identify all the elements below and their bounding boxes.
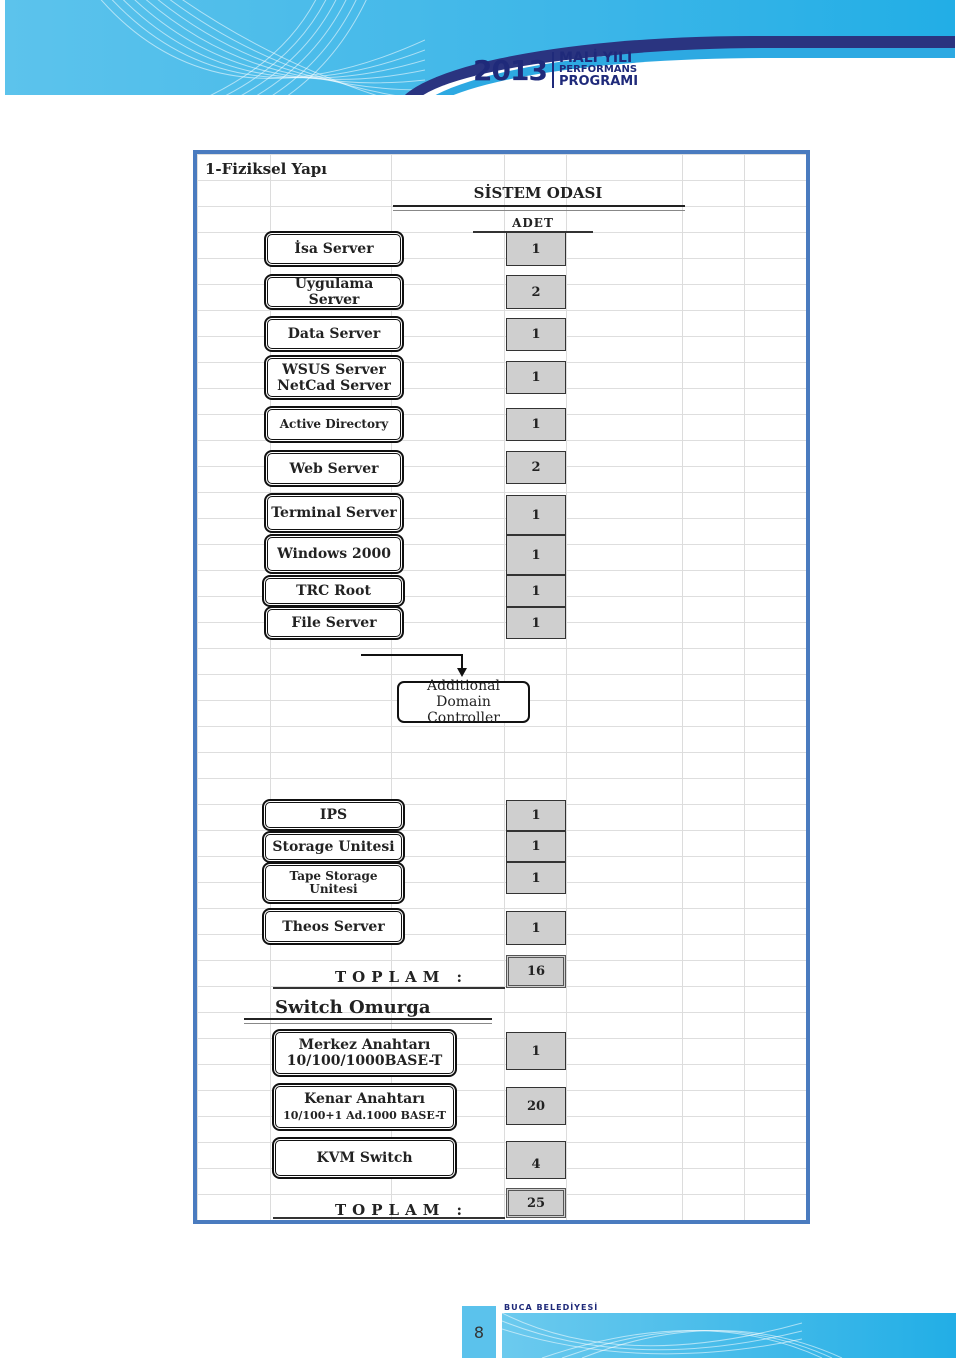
adc-label: Additional Domain Controller [399,678,528,726]
grid-column-line [566,154,567,1220]
server-count: 1 [506,318,566,351]
page-number: 8 [462,1306,496,1358]
server-box: TRC Root [263,576,404,606]
switch-section-title: Switch Omurga [275,997,431,1018]
page-footer: 8 BUCA BELEDİYESİ [462,1303,956,1358]
room-title: SİSTEM ODASI [473,184,603,202]
switch-label: Merkez Anahtarı 10/100/1000BASE-T [287,1037,443,1069]
storage-label: Storage Unitesi [272,839,395,855]
section-title: 1-Fiziksel Yapı [205,160,327,178]
server-label: Web Server [289,460,379,477]
total-underline [273,987,505,991]
total-value: 25 [506,1188,566,1218]
program-logo: 2013 MALİ YILI PERFORMANS PROGRAMI [473,50,639,89]
switch-label-line-1: Merkez Anahtarı [298,1037,431,1053]
server-count: 1 [506,607,566,639]
grid-column-line [270,154,271,1220]
storage-count: 1 [506,911,566,945]
server-box: Data Server [265,317,403,351]
server-label: İsa Server [294,241,374,257]
footer-banner [502,1313,956,1358]
switch-count: 1 [506,1032,566,1070]
storage-label: Theos Server [282,918,385,935]
storage-box: Theos Server [263,909,404,944]
storage-count: 1 [506,831,566,862]
logo-line-3: PROGRAMI [558,74,639,89]
wave-lines-decoration [100,0,425,95]
total-underline [273,1217,505,1221]
switch-label-line-2: 10/100+1 Ad.1000 BASE-T [283,1108,446,1122]
storage-box: IPS [263,800,404,830]
logo-line-1: MALİ YILI [558,50,633,66]
switch-box: Merkez Anahtarı 10/100/1000BASE-T [273,1030,456,1076]
switch-label: KVM Switch [316,1150,413,1166]
footer-wave-lines-decoration [502,1313,843,1358]
total-value: 16 [506,955,566,988]
switch-count: 20 [506,1087,566,1125]
server-box: Uygulama Server [265,275,403,309]
storage-box: Tape Storage Unitesi [263,863,404,903]
logo-year: 2013 [473,53,548,87]
server-label: TRC Root [296,583,371,599]
room-title-underline [393,205,685,211]
switch-count: 4 [506,1141,566,1179]
server-box: İsa Server [265,232,403,266]
server-box: Web Server [265,451,403,486]
server-box: WSUS Server NetCad Server [265,356,403,399]
server-count: 2 [506,451,566,484]
storage-box: Storage Unitesi [263,832,404,862]
server-count: 1 [506,535,566,575]
storage-label: Tape Storage Unitesi [289,870,377,896]
arrow-down-icon [457,668,467,677]
server-label: File Server [291,615,377,631]
spreadsheet-frame: 1-Fiziksel Yapı SİSTEM ODASI ADET İsa Se… [193,150,810,1224]
server-box: File Server [265,607,403,639]
storage-label: IPS [319,807,348,823]
switch-title-underline [244,1018,492,1024]
grid-column-line [744,154,745,1220]
switch-label-line-1: Kenar Anahtarı [304,1090,425,1107]
storage-label-line-1: Tape Storage [289,869,378,883]
server-label: Terminal Server [271,505,397,521]
server-count: 1 [506,495,566,535]
total-label: TOPLAM : [335,968,469,986]
server-box: Active Directory [265,407,403,442]
logo-text: MALİ YILI PERFORMANS PROGRAMI [558,50,639,89]
page-header-banner: 2013 MALİ YILI PERFORMANS PROGRAMI [5,0,955,95]
server-label-line-2: NetCad Server [277,377,391,394]
storage-count: 1 [506,862,566,894]
connector-line [361,654,462,656]
switch-box: Kenar Anahtarı 10/100+1 Ad.1000 BASE-T [273,1084,456,1130]
grid-column-line [682,154,683,1220]
switch-label-line-2: 10/100/1000BASE-T [286,1053,443,1069]
server-label: WSUS Server NetCad Server [277,362,391,394]
storage-label-line-2: Unitesi [309,882,358,896]
organization-name: BUCA BELEDİYESİ [504,1303,599,1312]
server-label: Active Directory [279,417,389,431]
server-box: Terminal Server [265,494,403,532]
adc-label-line-1: Additional Domain [427,678,500,710]
count-column-header: ADET [512,216,554,230]
adc-label-line-2: Controller [427,710,500,726]
server-label: Windows 2000 [277,546,391,562]
logo-separator [551,52,554,88]
server-label: Uygulama Server [294,276,374,308]
additional-domain-controller-box: Additional Domain Controller [397,678,530,726]
switch-box: KVM Switch [273,1138,456,1178]
server-label: Data Server [287,326,381,342]
storage-count: 1 [506,800,566,831]
server-label-line-1: WSUS Server [282,361,386,378]
server-count: 1 [506,361,566,394]
server-box: Windows 2000 [265,535,403,573]
server-count: 1 [506,575,566,607]
server-count: 1 [506,232,566,266]
server-count: 2 [506,275,566,309]
switch-label: Kenar Anahtarı 10/100+1 Ad.1000 BASE-T [283,1091,446,1124]
server-count: 1 [506,408,566,441]
